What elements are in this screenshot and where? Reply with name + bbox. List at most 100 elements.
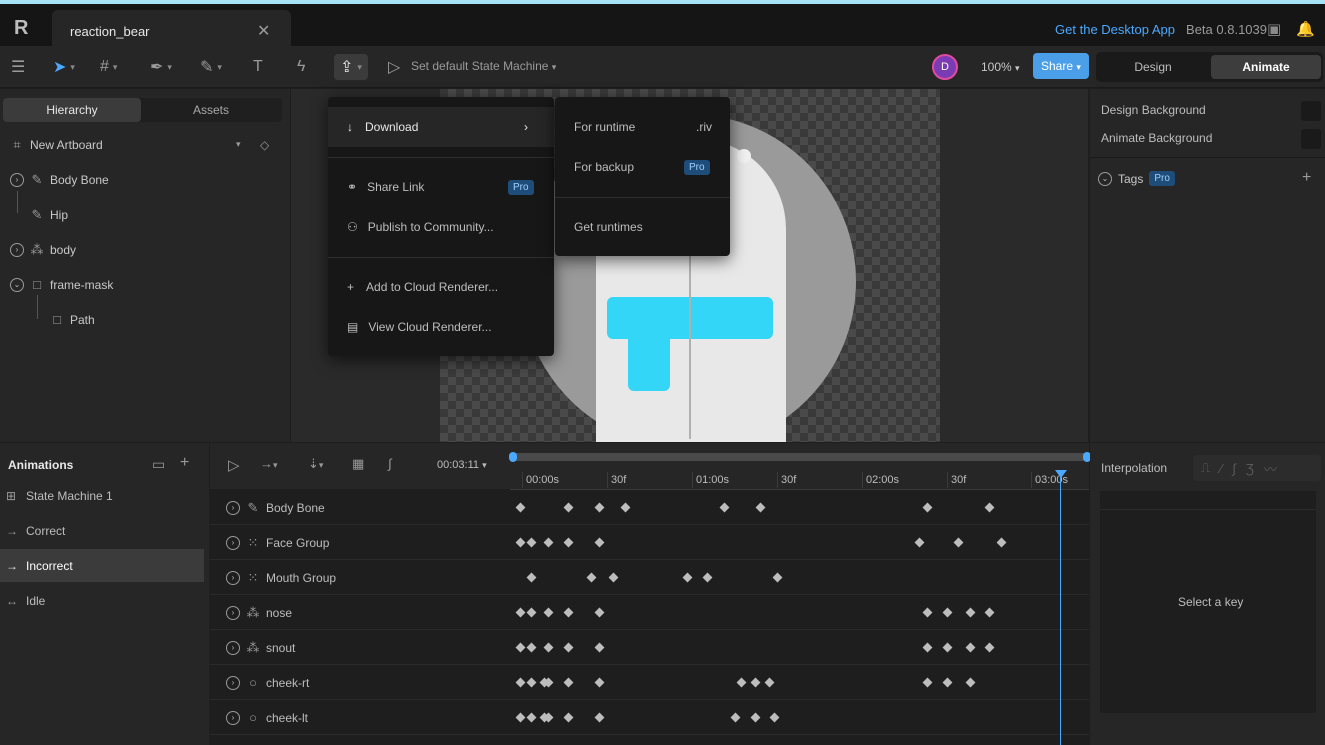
submenu-get-runtimes[interactable]: Get runtimes — [555, 207, 730, 247]
tree-item[interactable]: › ✎ Body Bone — [10, 162, 109, 197]
animate-mode-button[interactable]: Animate — [1211, 55, 1321, 79]
track-label[interactable]: › ○ cheek-lt — [226, 710, 308, 725]
keyframe[interactable] — [594, 607, 605, 618]
tree-item[interactable]: □ Path — [50, 302, 95, 337]
time-display[interactable]: 00:03:11 ▾ — [437, 459, 487, 471]
track-label[interactable]: › ⁙ Mouth Group — [226, 570, 336, 586]
easing-icon[interactable]: ∫ — [388, 456, 392, 471]
tab-assets[interactable]: Assets — [142, 98, 280, 122]
text-tool[interactable]: T — [253, 54, 263, 80]
keyframe[interactable] — [702, 572, 713, 583]
track-label[interactable]: › ✎ Body Bone — [226, 500, 325, 516]
keyframe[interactable] — [515, 502, 526, 513]
playhead-handle[interactable] — [1055, 470, 1067, 478]
timeline-track[interactable]: › ○ cheek-lt — [210, 700, 1089, 735]
animate-background-swatch[interactable] — [1301, 129, 1321, 149]
keyframe[interactable] — [594, 642, 605, 653]
playhead[interactable] — [1060, 470, 1061, 745]
keyframe[interactable] — [563, 502, 574, 513]
menu-item-publish[interactable]: ⚇ Publish to Community... — [328, 207, 554, 247]
keyframe[interactable] — [764, 677, 775, 688]
zoom-selector[interactable]: 100% ▾ — [981, 60, 1020, 74]
elastic-icon[interactable]: Ʒ — [1246, 461, 1254, 476]
keyframe[interactable] — [526, 607, 537, 618]
design-mode-button[interactable]: Design — [1098, 55, 1208, 79]
timeline-track[interactable]: › ⁂ nose — [210, 595, 1089, 630]
timeline-ruler[interactable]: 00:00s 30f 01:00s 30f 02:00s 30f 03:00s — [510, 470, 1089, 490]
keyframe[interactable] — [736, 677, 747, 688]
keyframe[interactable] — [922, 502, 933, 513]
desktop-app-link[interactable]: Get the Desktop App — [1055, 22, 1175, 37]
play-state-machine-icon[interactable]: ▷ — [388, 54, 400, 80]
timeline-track[interactable]: › ⁙ Mouth Group — [210, 560, 1089, 595]
expand-icon[interactable]: › — [226, 501, 240, 515]
expand-icon[interactable]: › — [10, 172, 24, 187]
expand-icon[interactable]: › — [226, 536, 240, 550]
workarea-icon[interactable]: ▦ — [352, 456, 364, 472]
share-button[interactable]: Share ▾ — [1033, 53, 1089, 79]
timeline-track[interactable]: › ⁂ snout — [210, 630, 1089, 665]
keyframe[interactable] — [608, 572, 619, 583]
keyframe[interactable] — [750, 677, 761, 688]
expand-icon[interactable]: › — [10, 242, 24, 257]
keyframe[interactable] — [594, 712, 605, 723]
share-export-tool[interactable]: ⇪ ▾ — [334, 54, 368, 80]
keyframe[interactable] — [965, 642, 976, 653]
cubic-icon[interactable]: ∫ — [1232, 461, 1236, 476]
wave-icon[interactable]: 〰 — [1264, 459, 1277, 478]
menu-item-view-cloud[interactable]: ▤ View Cloud Renderer... — [328, 307, 554, 347]
hold-icon[interactable]: ⎍ — [1201, 460, 1210, 476]
tab-hierarchy[interactable]: Hierarchy — [3, 98, 141, 122]
keyframe[interactable] — [526, 712, 537, 723]
keyframe[interactable] — [984, 502, 995, 513]
keyframe[interactable] — [755, 502, 766, 513]
keyframe[interactable] — [984, 642, 995, 653]
timeline-scrollbar[interactable] — [512, 453, 1087, 461]
keyframe[interactable] — [719, 502, 730, 513]
artboard-tool[interactable]: # ▾ — [100, 54, 117, 80]
menu-item-download[interactable]: ↓ Download › — [328, 107, 554, 147]
file-tab[interactable]: reaction_bear ✕ — [52, 10, 291, 50]
keyframe[interactable] — [730, 712, 741, 723]
keyframe[interactable] — [922, 642, 933, 653]
artwork-belt-tab[interactable] — [628, 319, 670, 391]
keyframe[interactable] — [620, 502, 631, 513]
keyframe[interactable] — [594, 537, 605, 548]
scrollbar-handle-left[interactable] — [509, 452, 517, 462]
menu-icon[interactable]: ☰ — [11, 54, 25, 80]
keyframe[interactable] — [682, 572, 693, 583]
keyframe[interactable] — [563, 537, 574, 548]
keyframe[interactable] — [984, 607, 995, 618]
timeline-track[interactable]: › ✎ Body Bone — [210, 490, 1089, 525]
bone-tool[interactable]: ✎ ▾ — [200, 54, 222, 80]
keyframe[interactable] — [563, 607, 574, 618]
add-tag-icon[interactable]: + — [1302, 169, 1311, 187]
track-label[interactable]: › ⁂ snout — [226, 640, 295, 656]
keyframe[interactable] — [942, 607, 953, 618]
expand-icon[interactable]: › — [226, 641, 240, 655]
rive-logo-icon[interactable]: R — [14, 18, 34, 38]
collapse-icon[interactable]: ⌄ — [10, 277, 24, 292]
keyframe[interactable] — [515, 607, 526, 618]
expand-icon[interactable]: › — [226, 606, 240, 620]
keyframe[interactable] — [996, 537, 1007, 548]
keyframe[interactable] — [953, 537, 964, 548]
tag-icon[interactable]: ◇ — [260, 138, 269, 152]
keyframe[interactable] — [515, 642, 526, 653]
keyframe[interactable] — [526, 642, 537, 653]
animation-item[interactable]: ⊞ State Machine 1 — [0, 479, 204, 512]
timeline-track[interactable]: › ⁙ Face Group — [210, 525, 1089, 560]
submenu-for-backup[interactable]: For backup Pro — [555, 147, 730, 187]
keyframe[interactable] — [750, 712, 761, 723]
expand-icon[interactable]: › — [226, 710, 240, 725]
chevron-down-icon[interactable]: ▾ — [236, 139, 241, 150]
loop-mode-icon[interactable]: →▾ — [260, 456, 278, 471]
keyframe[interactable] — [594, 677, 605, 688]
keyframe[interactable] — [914, 537, 925, 548]
keyframe[interactable] — [563, 642, 574, 653]
keyframe[interactable] — [543, 607, 554, 618]
linear-icon[interactable]: ⁄ — [1220, 461, 1222, 476]
keyframe[interactable] — [543, 642, 554, 653]
keyframe[interactable] — [515, 537, 526, 548]
keyframe[interactable] — [965, 677, 976, 688]
